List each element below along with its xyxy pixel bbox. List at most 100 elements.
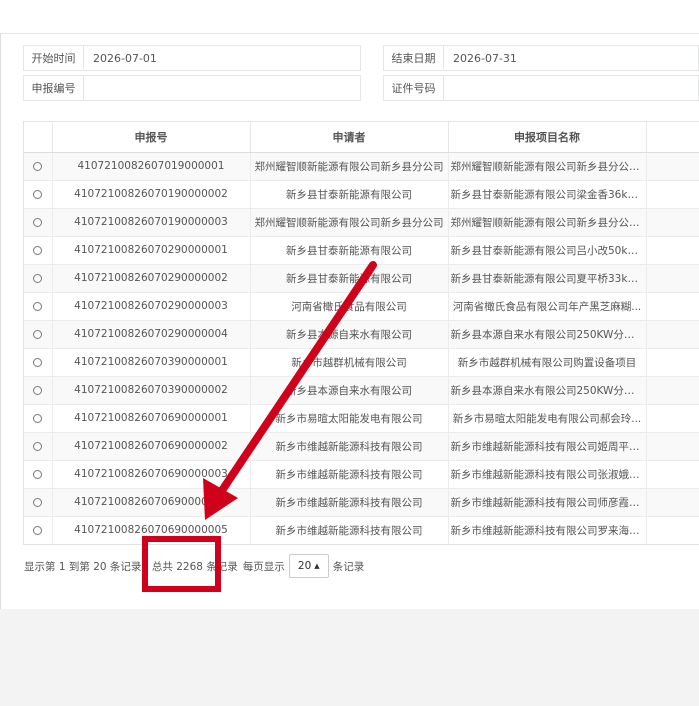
table-row[interactable]: 41072100826070690000004 新乡市维越新能源科技有限公司 新乡市… (24, 488, 699, 517)
table-row[interactable]: 41072100826070690000003 新乡市维越新能源科技有限公司 新乡市… (24, 460, 699, 489)
report-no-cell: 4107210082607019000001 (52, 152, 251, 181)
per-page-prefix: 每页显示 (242, 560, 285, 573)
row-select-cell[interactable] (24, 460, 53, 489)
project-name-cell: 郑州耀智顺新能源有限公司新乡县分公司... (448, 208, 647, 237)
pagination-summary: 显示第 1 到第 20 条记录，总共 2268 条记录 (24, 560, 238, 573)
applicant-cell: 河南省橄氏食品有限公司 (250, 292, 449, 321)
table-row[interactable]: 41072100826070690000001 新乡市易暄太阳能发电有限公司 新乡市… (24, 404, 699, 433)
project-name-cell: 郑州耀智顺新能源有限公司新乡县分公司... (448, 152, 647, 181)
row-radio-button[interactable] (33, 273, 43, 283)
table-body: 4107210082607019000001 郑州耀智顺新能源有限公司新乡县分公司… (24, 152, 699, 544)
project-name-cell: 新乡市维越新能源科技有限公司师彦霞6... (448, 488, 647, 517)
applicant-cell: 新乡市维越新能源科技有限公司 (250, 460, 449, 489)
row-select-cell[interactable] (24, 432, 53, 461)
row-select-cell[interactable] (24, 376, 53, 405)
row-select-cell[interactable] (24, 152, 53, 181)
row-select-cell[interactable] (24, 292, 53, 321)
per-page-suffix: 条记录 (332, 560, 365, 573)
table-row[interactable]: 41072100826070290000001 新乡县甘泰新能源有限公司 新乡县甘泰… (24, 236, 699, 265)
results-table-container[interactable]: 申报号 申请者 申报项目名称 4107210082607019000001 郑州耀… (23, 121, 699, 545)
row-radio-button[interactable] (33, 357, 43, 367)
row-select-cell[interactable] (24, 208, 53, 237)
table-row[interactable]: 41072100826070690000002 新乡市维越新能源科技有限公司 新乡市… (24, 432, 699, 461)
row-select-cell[interactable] (24, 180, 53, 209)
caret-up-icon: ▲ (314, 562, 320, 570)
row-select-cell[interactable] (24, 516, 53, 544)
start-date-input[interactable] (84, 45, 361, 71)
overflow-cell (646, 180, 699, 209)
row-radio-button[interactable] (33, 441, 43, 451)
applicant-cell: 新乡市维越新能源科技有限公司 (250, 432, 449, 461)
report-no-cell: 41072100826070690000001 (52, 404, 251, 433)
overflow-cell (646, 376, 699, 405)
table-row[interactable]: 41072100826070390000002 新乡县本源自来水有限公司 新乡县本源… (24, 376, 699, 405)
end-date-input[interactable] (444, 45, 699, 71)
report-no-cell: 41072100826070390000002 (52, 376, 251, 405)
table-row[interactable]: 41072100826070390000001 新乡市越群机械有限公司 新乡市越群机… (24, 348, 699, 377)
table-row[interactable]: 41072100826070190000002 新乡县甘泰新能源有限公司 新乡县甘泰… (24, 180, 699, 209)
overflow-cell (646, 236, 699, 265)
applicant-cell: 新乡县甘泰新能源有限公司 (250, 180, 449, 209)
report-no-cell: 41072100826070690000005 (52, 516, 251, 544)
report-no-cell: 41072100826070290000001 (52, 236, 251, 265)
table-row[interactable]: 41072100826070290000004 新乡县本源自来水有限公司 新乡县本源… (24, 320, 699, 349)
applicant-cell: 新乡县本源自来水有限公司 (250, 376, 449, 405)
row-radio-button[interactable] (33, 413, 43, 423)
table-row[interactable]: 4107210082607019000001 郑州耀智顺新能源有限公司新乡县分公司… (24, 152, 699, 181)
filter-start-date-row: 开始时间 (23, 45, 361, 71)
applicant-cell: 新乡县甘泰新能源有限公司 (250, 264, 449, 293)
row-select-cell[interactable] (24, 404, 53, 433)
applicant-cell: 郑州耀智顺新能源有限公司新乡县分公司 (250, 208, 449, 237)
row-radio-button[interactable] (33, 245, 43, 255)
row-radio-button[interactable] (33, 385, 43, 395)
row-radio-button[interactable] (33, 189, 43, 199)
report-no-cell: 41072100826070290000002 (52, 264, 251, 293)
applicant-cell: 新乡县甘泰新能源有限公司 (250, 236, 449, 265)
row-radio-button[interactable] (33, 497, 43, 507)
table-header-row: 申报号 申请者 申报项目名称 (24, 122, 699, 153)
row-radio-button[interactable] (33, 301, 43, 311)
table-row[interactable]: 41072100826070290000003 河南省橄氏食品有限公司 河南省橄氏食… (24, 292, 699, 321)
applicant-cell: 新乡县本源自来水有限公司 (250, 320, 449, 349)
start-date-label: 开始时间 (23, 45, 84, 71)
applicant-cell: 新乡市维越新能源科技有限公司 (250, 516, 449, 544)
row-radio-button[interactable] (33, 217, 43, 227)
row-select-cell[interactable] (24, 236, 53, 265)
table-row[interactable]: 41072100826070190000003 郑州耀智顺新能源有限公司新乡县分公… (24, 208, 699, 237)
report-no-cell: 41072100826070290000003 (52, 292, 251, 321)
overflow-cell (646, 208, 699, 237)
report-no-cell: 41072100826070190000003 (52, 208, 251, 237)
cert-no-label: 证件号码 (383, 75, 444, 101)
project-name-cell: 新乡县本源自来水有限公司250KW分布... (448, 320, 647, 349)
report-no-cell: 41072100826070190000002 (52, 180, 251, 209)
filter-end-date-row: 结束日期 (383, 45, 699, 71)
page-size-dropdown[interactable]: 20 ▲ (288, 554, 329, 578)
filter-report-no-row: 申报编号 (23, 75, 361, 101)
column-header-overflow (646, 122, 699, 153)
overflow-cell (646, 488, 699, 517)
row-radio-button[interactable] (33, 469, 43, 479)
table-row[interactable]: 41072100826070690000005 新乡市维越新能源科技有限公司 新乡市… (24, 516, 699, 544)
end-date-label: 结束日期 (383, 45, 444, 71)
overflow-cell (646, 404, 699, 433)
results-table: 申报号 申请者 申报项目名称 4107210082607019000001 郑州耀… (24, 122, 699, 544)
column-header-report-no[interactable]: 申报号 (52, 122, 251, 153)
column-header-project-name[interactable]: 申报项目名称 (448, 122, 647, 153)
applicant-cell: 郑州耀智顺新能源有限公司新乡县分公司 (250, 152, 449, 181)
top-header-strip (0, 0, 699, 34)
row-radio-button[interactable] (33, 161, 43, 171)
row-radio-button[interactable] (33, 525, 43, 535)
report-no-input[interactable] (84, 75, 361, 101)
cert-no-input[interactable] (444, 75, 699, 101)
table-row[interactable]: 41072100826070290000002 新乡县甘泰新能源有限公司 新乡县甘泰… (24, 264, 699, 293)
row-radio-button[interactable] (33, 329, 43, 339)
applicant-cell: 新乡市易暄太阳能发电有限公司 (250, 404, 449, 433)
project-name-cell: 新乡县甘泰新能源有限公司夏平桥33kW... (448, 264, 647, 293)
row-select-cell[interactable] (24, 488, 53, 517)
row-select-cell[interactable] (24, 320, 53, 349)
project-name-cell: 新乡县甘泰新能源有限公司吕小改50kW... (448, 236, 647, 265)
column-header-applicant[interactable]: 申请者 (250, 122, 449, 153)
row-select-cell[interactable] (24, 348, 53, 377)
select-column-header (24, 122, 53, 153)
row-select-cell[interactable] (24, 264, 53, 293)
